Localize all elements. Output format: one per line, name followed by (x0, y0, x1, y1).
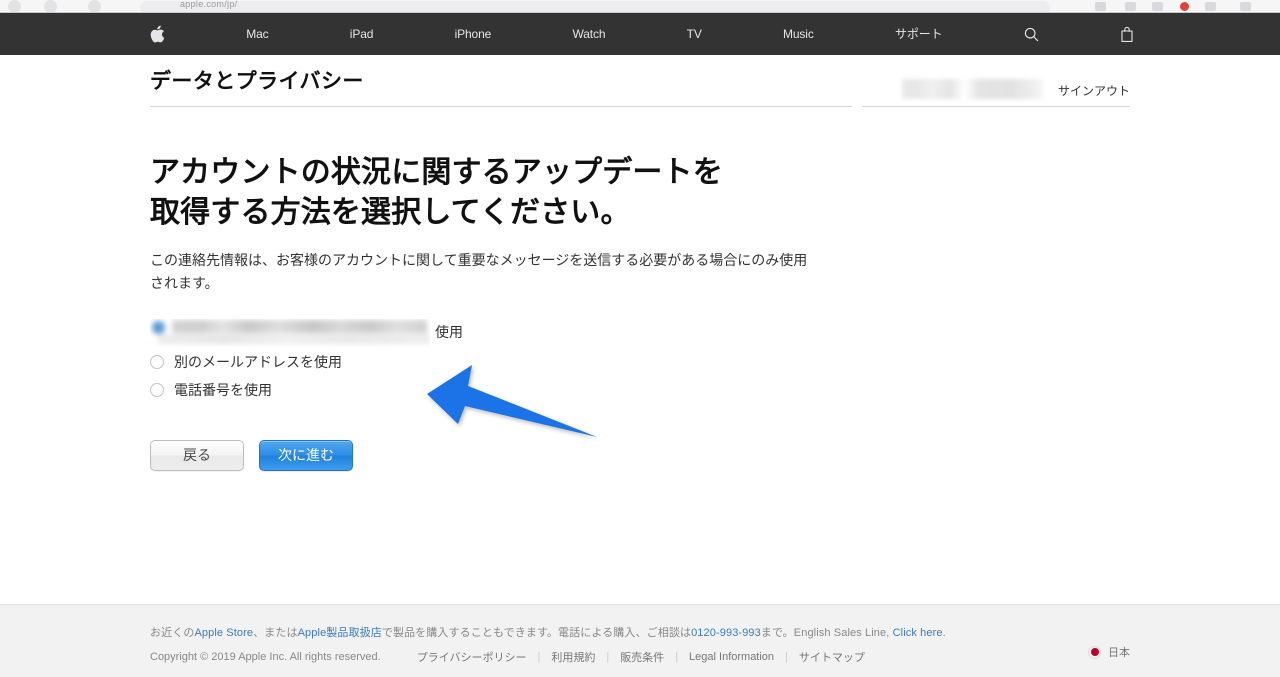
browser-notification-dot[interactable] (1180, 2, 1189, 11)
account-bar: サインアウト (862, 79, 1130, 107)
footer-legal-row: Copyright © 2019 Apple Inc. All rights r… (150, 640, 1130, 665)
radio-option-other-email-label: 別のメールアドレスを使用 (174, 353, 342, 370)
footer-separator: | (785, 651, 788, 663)
redacted-user-name (901, 79, 1044, 99)
japan-flag-icon (1088, 645, 1101, 659)
radio-option-current-email[interactable]: 使用 (150, 317, 1130, 348)
page-header: データとプライバシー サインアウト (150, 55, 1130, 107)
form-actions: 戻る 次に進む (150, 404, 1130, 471)
main-heading-line-2: 取得する方法を選択してください。 (150, 196, 631, 230)
footer-link-sitemap[interactable]: サイトマップ (799, 649, 865, 665)
footer-text-part4: まで。English Sales Line, (760, 627, 893, 639)
footer-link-privacy-policy[interactable]: プライバシーポリシー (417, 649, 527, 665)
footer-text-part5: . (942, 627, 946, 639)
footer-text-part3: で製品を購入することもできます。電話による購入、ご相談は (381, 627, 692, 639)
footer-sales-line: お近くのApple Store、またはApple製品取扱店で製品を購入することも… (150, 605, 1130, 640)
redacted-email-text (172, 319, 427, 333)
radio-option-phone-label: 電話番号を使用 (174, 381, 272, 398)
footer-separator: | (675, 651, 679, 663)
footer-separator: | (537, 651, 541, 663)
next-button[interactable]: 次に進む (259, 439, 353, 471)
globalnav-item-tv[interactable]: TV (687, 13, 702, 55)
globalnav-item-mac[interactable]: Mac (246, 13, 268, 55)
footer-link-legal-information[interactable]: Legal Information (689, 651, 774, 663)
country-label: 日本 (1108, 647, 1130, 659)
radio-dot-unselected[interactable] (150, 354, 164, 369)
globalnav-item-ipad[interactable]: iPad (350, 13, 374, 55)
contact-option-list: 使用 別のメールアドレスを使用 電話番号を使用 (150, 295, 1130, 404)
browser-toolbar-icon-1[interactable] (1095, 2, 1106, 11)
radio-option-phone[interactable]: 電話番号を使用 (150, 376, 1130, 404)
footer-link-apple-store[interactable]: Apple Store (194, 627, 253, 639)
main-body-text: この連絡先情報は、お客様のアカウントに関して重要なメッセージを送信する必要がある… (150, 252, 808, 292)
browser-toolbar-icon-4[interactable] (1205, 2, 1216, 11)
redacted-email-option (150, 319, 430, 347)
main-section: アカウントの状況に関するアップデートを 取得する方法を選択してください。 この連… (150, 107, 1130, 471)
back-button[interactable]: 戻る (150, 439, 244, 471)
apple-logo-icon[interactable] (150, 25, 165, 43)
page-footer: お近くのApple Store、またはApple製品取扱店で製品を購入することも… (0, 604, 1280, 677)
radio-dot-selected (152, 320, 165, 334)
footer-text-part2: 、または (253, 627, 298, 639)
shopping-bag-icon[interactable] (1120, 26, 1134, 43)
footer-text-part1: お近くの (150, 627, 195, 639)
globalnav-item-music[interactable]: Music (783, 13, 814, 55)
radio-option-current-email-suffix: 使用 (435, 324, 463, 341)
footer-link-reseller[interactable]: Apple製品取扱店 (298, 627, 382, 639)
main-heading-line-1: アカウントの状況に関するアップデートを (150, 156, 723, 189)
footer-link-phone[interactable]: 0120-993-993 (691, 627, 761, 639)
redacted-email-text-shadow (158, 333, 430, 344)
sign-out-link[interactable]: サインアウト (1058, 82, 1130, 99)
globalnav-item-watch[interactable]: Watch (572, 13, 605, 55)
browser-toolbar-icon-2[interactable] (1125, 2, 1136, 11)
radio-dot-unselected[interactable] (150, 382, 164, 397)
radio-option-other-email[interactable]: 別のメールアドレスを使用 (150, 348, 1130, 376)
page-title: データとプライバシー (150, 65, 852, 107)
browser-profile-icon[interactable] (1240, 2, 1251, 11)
globalnav-item-iphone[interactable]: iPhone (455, 13, 492, 55)
footer-link-sales-terms[interactable]: 販売条件 (620, 649, 664, 665)
browser-address-text: apple.com/jp/ (180, 0, 238, 9)
footer-link-click-here[interactable]: Click here (893, 627, 943, 639)
globalnav-item-support[interactable]: サポート (895, 13, 943, 55)
footer-link-terms-of-use[interactable]: 利用規約 (551, 649, 595, 665)
main-heading: アカウントの状況に関するアップデートを 取得する方法を選択してください。 (150, 107, 1130, 233)
footer-copyright: Copyright © 2019 Apple Inc. All rights r… (150, 651, 381, 663)
search-icon[interactable] (1024, 27, 1039, 42)
country-selector[interactable]: 日本 (1088, 644, 1130, 660)
footer-separator: | (606, 651, 610, 663)
browser-toolbar-icon-3[interactable] (1152, 2, 1163, 11)
global-navigation: Mac iPad iPhone Watch TV Music サポート (0, 13, 1280, 55)
page-content: データとプライバシー サインアウト アカウントの状況に関するアップデートを 取得… (0, 55, 1280, 471)
browser-chrome: apple.com/jp/ (0, 0, 1280, 13)
